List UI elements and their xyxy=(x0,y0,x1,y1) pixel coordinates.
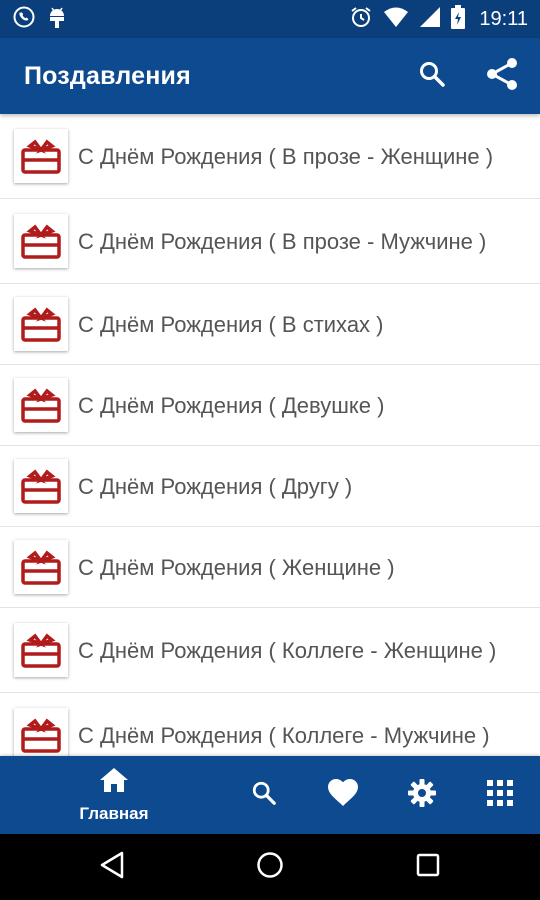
nav-home-label: Главная xyxy=(79,803,149,823)
list-item[interactable]: С Днём Рождения ( Коллеге - Мужчине ) xyxy=(0,693,540,756)
share-icon xyxy=(484,56,520,97)
app-bar: Поздавления xyxy=(0,38,540,114)
list-item-label: С Днём Рождения ( В стихах ) xyxy=(78,311,384,337)
search-icon xyxy=(251,780,277,811)
birthday-cake-icon xyxy=(14,297,68,351)
birthday-cake-icon xyxy=(14,708,68,756)
signal-icon xyxy=(419,6,441,33)
birthday-cake-icon xyxy=(14,129,68,183)
birthday-cake-icon xyxy=(14,540,68,594)
alarm-icon xyxy=(349,5,373,34)
app-bar-actions xyxy=(418,56,520,97)
list-item-label: С Днём Рождения ( Коллеге - Мужчине ) xyxy=(78,722,490,748)
list-item-label: С Днём Рождения ( В прозе - Мужчине ) xyxy=(78,228,487,254)
apps-grid-icon xyxy=(487,779,513,811)
home-icon xyxy=(99,767,129,798)
birthday-cake-icon xyxy=(14,459,68,513)
list-item[interactable]: С Днём Рождения ( Другу ) xyxy=(0,446,540,527)
viber-icon xyxy=(12,5,36,34)
list-item-label: С Днём Рождения ( Девушке ) xyxy=(78,392,385,418)
share-button[interactable] xyxy=(484,56,520,97)
bottom-navigation: Главная xyxy=(0,756,540,834)
search-icon xyxy=(418,60,446,93)
list-item[interactable]: С Днём Рождения ( В стихах ) xyxy=(0,284,540,365)
nav-favorites[interactable] xyxy=(313,756,373,834)
list-item-label: С Днём Рождения ( В прозе - Женщине ) xyxy=(78,143,494,169)
status-time: 19:11 xyxy=(479,7,528,30)
heart-icon xyxy=(328,778,358,812)
nav-search[interactable] xyxy=(234,756,294,834)
nav-settings[interactable] xyxy=(392,756,452,834)
birthday-cake-icon xyxy=(14,214,68,268)
status-bar-system: 19:11 xyxy=(349,4,528,34)
android-debug-icon xyxy=(46,5,68,34)
list-item[interactable]: С Днём Рождения ( Коллеге - Женщине ) xyxy=(0,608,540,693)
list-item[interactable]: С Днём Рождения ( В прозе - Женщине ) xyxy=(0,114,540,199)
battery-icon xyxy=(451,4,466,34)
list-item[interactable]: С Днём Рождения ( Женщине ) xyxy=(0,527,540,608)
back-icon xyxy=(99,851,125,884)
app-title: Поздавления xyxy=(24,61,191,90)
home-system-button[interactable] xyxy=(230,834,310,900)
recents-icon xyxy=(416,853,440,882)
search-button[interactable] xyxy=(418,60,446,93)
birthday-cake-icon xyxy=(14,378,68,432)
list-item[interactable]: С Днём Рождения ( Девушке ) xyxy=(0,365,540,446)
status-bar-notifications xyxy=(12,5,68,34)
back-button[interactable] xyxy=(72,834,152,900)
birthday-cake-icon xyxy=(14,623,68,677)
list-item-label: С Днём Рождения ( Другу ) xyxy=(78,473,353,499)
recents-button[interactable] xyxy=(388,834,468,900)
list-item[interactable]: С Днём Рождения ( В прозе - Мужчине ) xyxy=(0,199,540,284)
nav-apps[interactable] xyxy=(470,756,530,834)
settings-icon xyxy=(407,778,437,813)
wifi-icon xyxy=(383,6,409,33)
home-circle-icon xyxy=(256,851,284,884)
system-navigation-bar xyxy=(0,834,540,900)
list-item-label: С Днём Рождения ( Коллеге - Женщине ) xyxy=(78,637,497,663)
nav-home[interactable]: Главная xyxy=(30,756,198,834)
list-item-label: С Днём Рождения ( Женщине ) xyxy=(78,554,395,580)
category-list: С Днём Рождения ( В прозе - Женщине ) С … xyxy=(0,114,540,756)
status-bar: 19:11 xyxy=(0,0,540,38)
